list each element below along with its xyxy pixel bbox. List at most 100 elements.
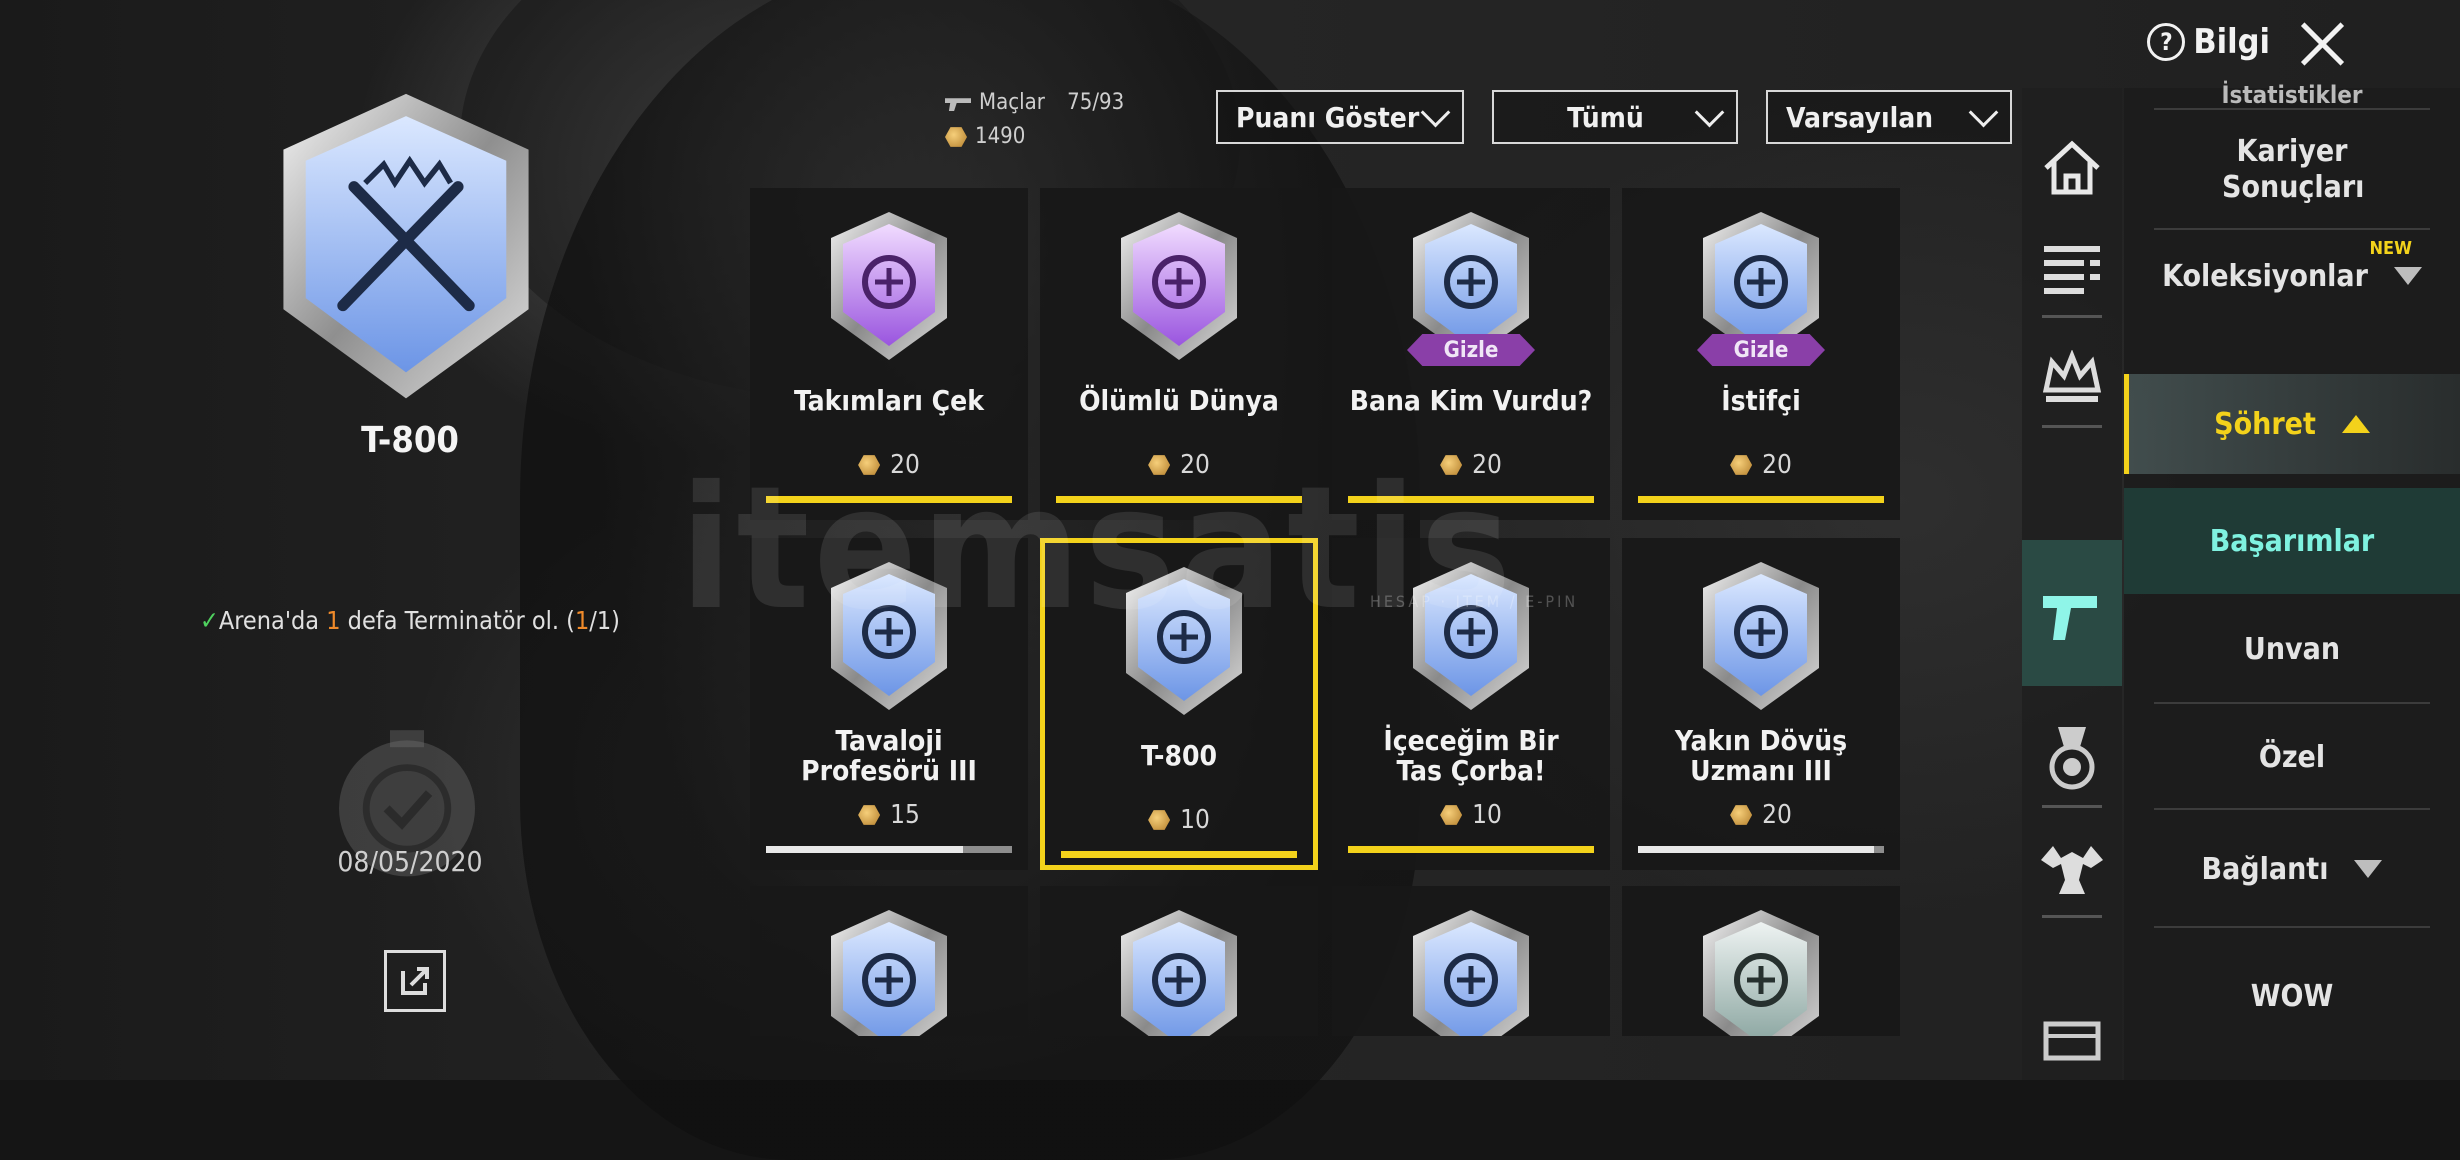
nav-fitness[interactable] <box>2022 818 2122 918</box>
desc-progress-done: 1 <box>574 606 590 635</box>
achievement-progress-bar <box>1061 851 1297 858</box>
hide-tag[interactable]: Gizle <box>1407 334 1535 366</box>
checkmark-icon: ✓ <box>200 606 219 635</box>
sidebar-item-label: Özel <box>2258 739 2326 775</box>
desc-count: 1 <box>326 606 341 635</box>
watermark-subtext: HESAP · ITEM / E-PIN <box>1370 592 1579 611</box>
points-icon <box>945 127 967 147</box>
nav-crate[interactable] <box>2022 988 2122 1088</box>
sidebar-item-label: Şöhret <box>2214 406 2316 442</box>
achievement-card[interactable]: Gizle İstifçi 20 <box>1622 188 1900 520</box>
achievement-progress-fill <box>766 846 963 853</box>
achievement-progress-fill <box>1061 851 1297 858</box>
completion-date: 08/05/2020 <box>337 845 483 878</box>
close-button[interactable] <box>2292 14 2352 74</box>
achievement-badge-icon <box>1703 910 1819 1036</box>
achievement-progress-fill <box>1348 846 1594 853</box>
achievement-name: İçeceğim Bir Tas Çorba! <box>1383 724 1559 787</box>
achievement-badge-icon <box>1703 562 1819 710</box>
sidebar-item-title[interactable]: Unvan <box>2124 594 2460 704</box>
sidebar-item-achievements[interactable]: Başarımlar <box>2124 488 2460 594</box>
collapse-up-icon <box>2341 415 2370 433</box>
expand-down-icon <box>2393 267 2422 285</box>
sidebar-item-connection[interactable]: Bağlantı <box>2124 810 2460 928</box>
info-button[interactable]: ? Bilgi <box>2147 22 2270 62</box>
achievement-progress-bar <box>1638 846 1884 853</box>
achievement-card[interactable] <box>750 886 1028 1036</box>
nav-home[interactable] <box>2022 118 2122 218</box>
sidebar-item-statistics[interactable]: İstatistikler <box>2124 80 2460 110</box>
achievement-progress-fill <box>1638 846 1875 853</box>
achievement-name: Tavaloji Profesörü III <box>801 724 977 787</box>
achievement-name: Bana Kim Vurdu? <box>1349 384 1593 417</box>
sidebar-item-wow[interactable]: WOW <box>2124 928 2460 1064</box>
chevron-down-icon <box>1968 97 1999 127</box>
achievement-name: Takımları Çek <box>794 384 984 417</box>
info-label: Bilgi <box>2193 22 2270 62</box>
sidebar-item-fame[interactable]: Şöhret <box>2124 374 2460 474</box>
category-icon-column <box>2022 88 2122 1080</box>
achievement-progress-bar <box>1348 846 1594 853</box>
achievement-card[interactable] <box>1332 886 1610 1036</box>
sidebar-item-collections[interactable]: NEW Koleksiyonlar <box>2124 230 2460 322</box>
sidebar-item-special[interactable]: Özel <box>2124 704 2460 810</box>
crown-icon <box>2042 350 2102 402</box>
medal-icon <box>2049 727 2095 790</box>
sidebar: İstatistikler Kariyer Sonuçları NEW Kolek… <box>2124 81 2460 1080</box>
nav-crown[interactable] <box>2022 328 2122 428</box>
new-badge: NEW <box>2369 238 2413 259</box>
achievement-points-value: 15 <box>890 800 920 830</box>
desc-progress-total: /1) <box>589 606 620 635</box>
category-dropdown[interactable]: Tümü <box>1492 90 1738 144</box>
hide-tag[interactable]: Gizle <box>1697 334 1825 366</box>
share-button[interactable] <box>384 950 446 1012</box>
sidebar-item-career[interactable]: Kariyer Sonuçları <box>2124 110 2460 230</box>
list-icon <box>2044 246 2100 294</box>
gun-icon <box>945 98 971 111</box>
nav-weapons[interactable] <box>2022 540 2122 686</box>
selected-achievement-badge <box>283 93 529 399</box>
question-circle-icon: ? <box>2147 23 2186 61</box>
chevron-down-icon <box>1694 97 1725 127</box>
chevron-down-icon <box>1420 97 1451 127</box>
external-link-icon <box>401 967 429 995</box>
achievement-points-value: 10 <box>1472 800 1502 830</box>
desc-prefix: Arena'da <box>218 606 327 635</box>
achievement-points: 20 <box>1622 450 1900 480</box>
achievement-points: 20 <box>1622 800 1900 830</box>
nav-list[interactable] <box>2022 218 2122 318</box>
sidebar-item-label: Başarımlar <box>2209 523 2375 559</box>
achievement-card[interactable] <box>1040 886 1318 1036</box>
points-icon <box>858 805 881 825</box>
sidebar-item-label: İstatistikler <box>2221 81 2363 109</box>
desc-mid: defa Terminatör ol. ( <box>340 606 575 635</box>
points-icon <box>1730 455 1753 475</box>
achievement-progress-bar <box>766 846 1012 853</box>
selected-achievement-title: T-800 <box>361 420 459 461</box>
achievement-points: 15 <box>750 800 1028 830</box>
matches-value: 75/93 <box>1067 90 1125 115</box>
sidebar-item-label: Koleksiyonlar <box>2162 258 2368 294</box>
points-icon <box>1730 805 1753 825</box>
show-points-dropdown[interactable]: Puanı Göster <box>1216 90 1464 144</box>
achievement-name: Yakın Dövüş Uzmanı III <box>1674 724 1848 787</box>
sidebar-item-label: WOW <box>2250 978 2334 1014</box>
achievement-badge-icon <box>1121 910 1237 1036</box>
achievement-card[interactable] <box>1622 886 1900 1036</box>
nav-medal[interactable] <box>2022 708 2122 808</box>
match-stats: Maçlar 75/93 1490 <box>945 86 1124 154</box>
achievement-badge-icon <box>1121 212 1237 360</box>
achievement-points: 10 <box>1045 805 1313 835</box>
selected-achievement-description: ✓Arena'da 1 defa Terminatör ol. (1/1) <box>200 606 620 635</box>
matches-label: Maçlar <box>979 90 1045 115</box>
achievement-points-value: 10 <box>1180 805 1210 835</box>
achievement-progress-bar <box>1638 496 1884 503</box>
achievement-badge-icon <box>1413 910 1529 1036</box>
achievement-points-value: 20 <box>1762 450 1792 480</box>
expand-down-icon <box>2354 860 2383 878</box>
sort-dropdown[interactable]: Varsayılan <box>1766 90 2012 144</box>
show-points-label: Puanı Göster <box>1236 100 1420 134</box>
points-total: 1490 <box>975 124 1026 149</box>
home-icon <box>2044 140 2100 195</box>
achievement-card[interactable]: Yakın Dövüş Uzmanı III 20 <box>1622 538 1900 870</box>
